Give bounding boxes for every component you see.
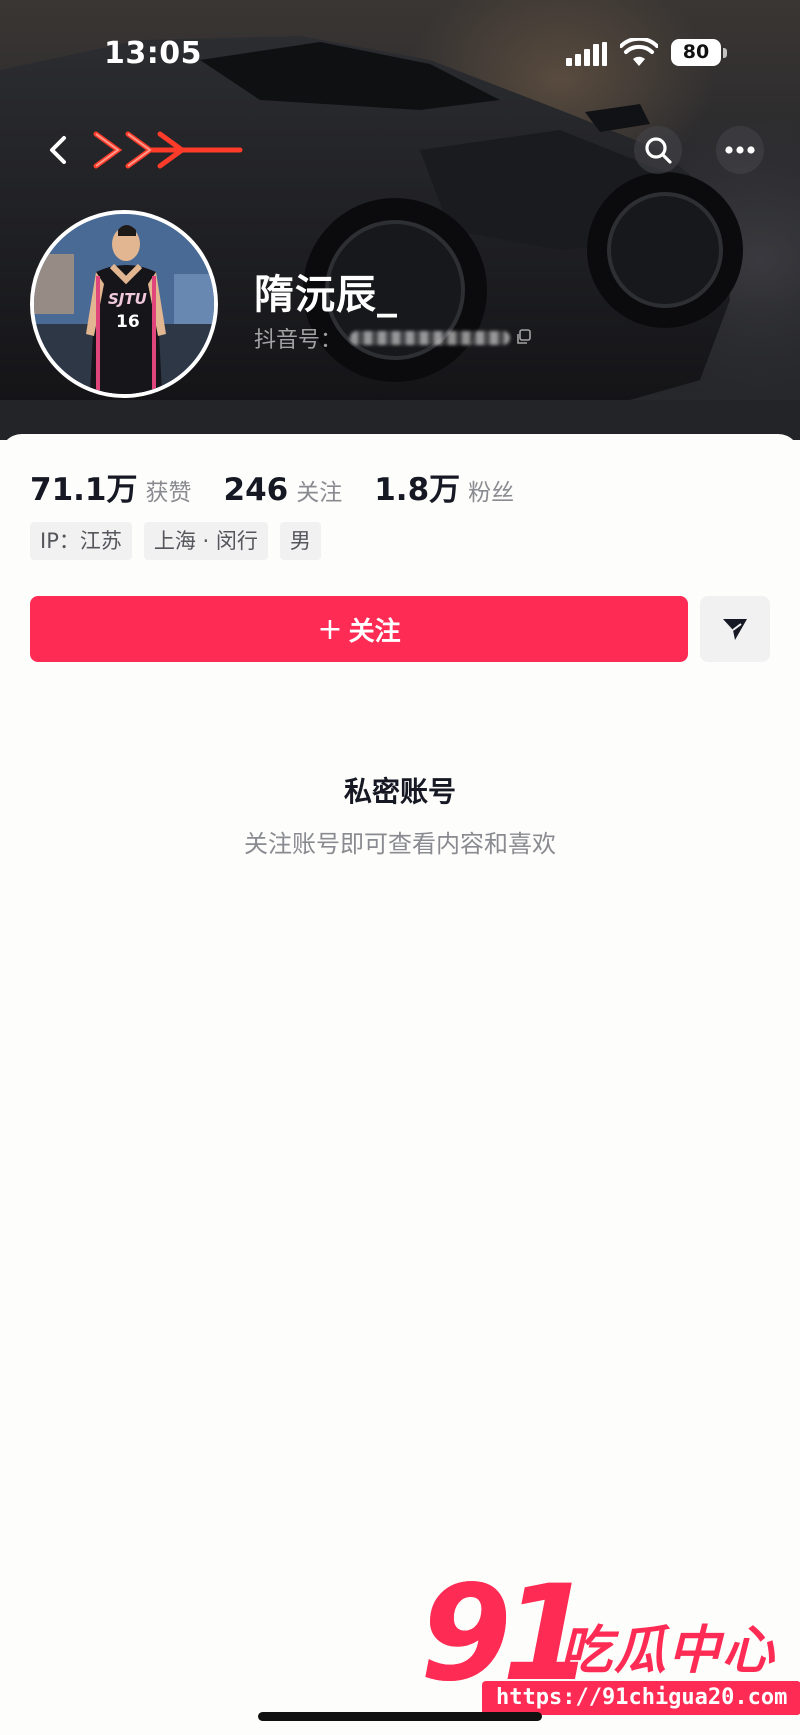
douyin-id: 抖音号： bbox=[254, 322, 532, 354]
back-button[interactable] bbox=[34, 126, 82, 174]
profile-tags: IP：江苏 上海 · 闵行 男 bbox=[30, 522, 333, 560]
stat-value: 1.8万 bbox=[374, 472, 461, 508]
avatar-jersey-team: SJTU bbox=[108, 290, 147, 308]
stat-label: 关注 bbox=[296, 480, 343, 506]
stat-label: 获赞 bbox=[145, 480, 192, 506]
profile-banner: 13:05 80 SJTU 16 隋沅辰_ 抖音号： bbox=[0, 0, 800, 440]
search-button[interactable] bbox=[634, 126, 682, 174]
private-account-title: 私密账号 bbox=[343, 775, 456, 808]
follow-button-label: 关注 bbox=[348, 616, 401, 647]
avatar-jersey-number: 16 bbox=[116, 312, 140, 332]
battery-indicator: 80 bbox=[671, 39, 721, 66]
username: 隋沅辰_ bbox=[254, 272, 398, 318]
more-icon bbox=[725, 146, 755, 154]
profile-content-sheet: 71.1万 获赞 246 关注 1.8万 粉丝 IP：江苏 上海 · 闵行 男 … bbox=[0, 434, 800, 1735]
home-indicator bbox=[258, 1712, 542, 1721]
tag-city: 上海 · 闵行 bbox=[143, 522, 268, 560]
watermark-text: 吃瓜中心 bbox=[560, 1621, 777, 1681]
profile-stats: 71.1万 获赞 246 关注 1.8万 粉丝 bbox=[30, 464, 546, 509]
signal-icon bbox=[566, 42, 608, 70]
search-icon bbox=[645, 137, 672, 164]
stat-label: 粉丝 bbox=[468, 480, 515, 506]
share-button[interactable] bbox=[700, 596, 770, 662]
watermark-logo: 91 吃瓜中心 https://91chigua20.com bbox=[420, 1568, 800, 1718]
stat-likes[interactable]: 71.1万 获赞 bbox=[30, 464, 192, 509]
copy-icon[interactable] bbox=[516, 326, 532, 351]
douyin-id-label: 抖音号： bbox=[254, 328, 343, 353]
plus-icon: + bbox=[317, 611, 343, 647]
douyin-id-value-redacted bbox=[350, 331, 511, 345]
status-time: 13:05 bbox=[104, 36, 202, 71]
stat-value: 246 bbox=[223, 472, 289, 508]
back-icon bbox=[50, 136, 66, 164]
share-icon bbox=[723, 619, 747, 640]
stat-followers[interactable]: 1.8万 粉丝 bbox=[374, 464, 514, 509]
battery-tip bbox=[723, 48, 727, 58]
wifi-icon bbox=[619, 36, 659, 72]
watermark-url: https://91chigua20.com bbox=[482, 1681, 800, 1715]
stat-following[interactable]: 246 关注 bbox=[224, 472, 343, 508]
follow-button[interactable]: + 关注 bbox=[30, 596, 688, 662]
private-account-description: 关注账号即可查看内容和喜欢 bbox=[244, 830, 556, 858]
tag-gender: 男 bbox=[279, 522, 321, 560]
tag-ip-location: IP：江苏 bbox=[30, 522, 132, 560]
status-bar: 13:05 80 bbox=[0, 34, 800, 74]
more-button[interactable] bbox=[716, 126, 764, 174]
stat-value: 71.1万 bbox=[30, 472, 138, 508]
avatar[interactable]: SJTU 16 bbox=[30, 210, 218, 398]
